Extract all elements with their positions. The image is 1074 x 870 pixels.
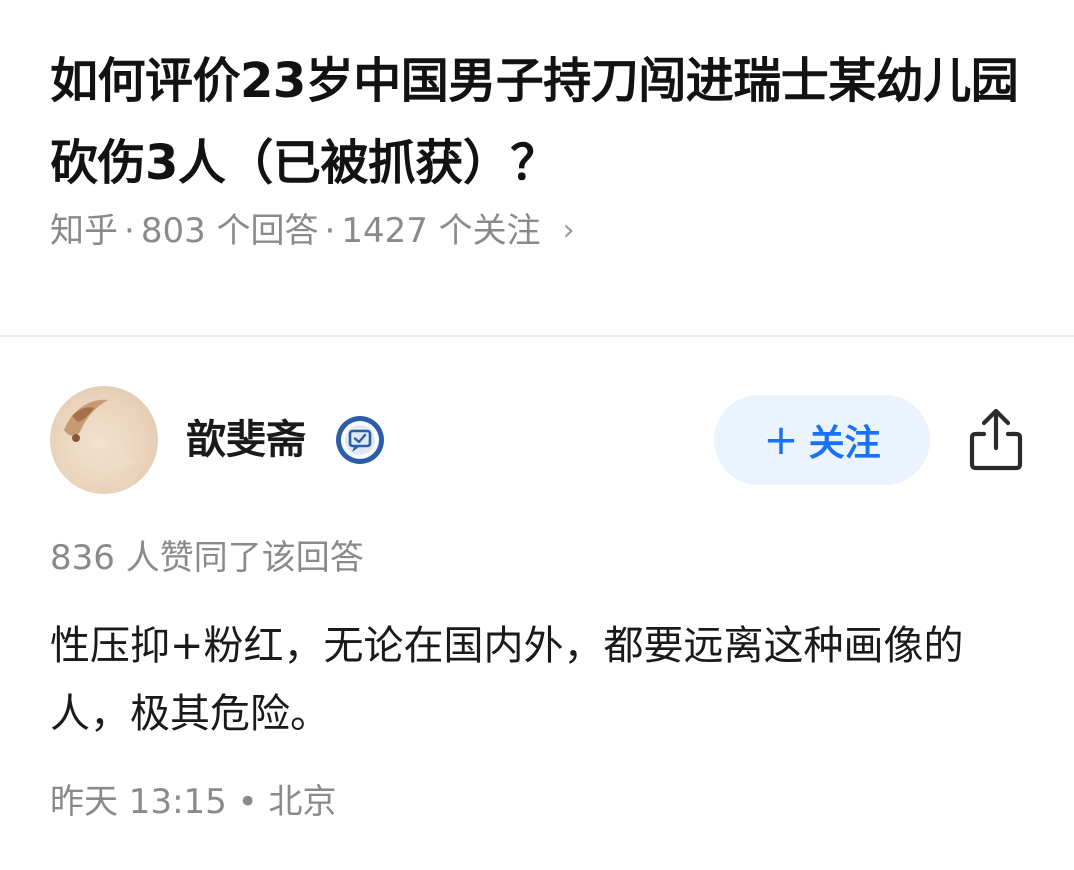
meta-separator: · xyxy=(124,211,135,251)
answer-time: 昨天 13:15 xyxy=(50,782,227,822)
question-meta[interactable]: 知乎 · 803 个回答 · 1427 个关注 › xyxy=(50,208,1040,254)
avatar[interactable] xyxy=(50,386,158,494)
upvote-count: 836 人赞同了该回答 xyxy=(50,538,364,578)
avatar-image xyxy=(64,399,136,471)
meta-dot: • xyxy=(237,782,258,822)
share-icon[interactable] xyxy=(966,406,1026,472)
section-divider xyxy=(0,335,1074,337)
follower-count: 1427 个关注 xyxy=(341,211,541,251)
follow-label: 关注 xyxy=(808,423,881,464)
author-row: 歆斐斋 + 关注 xyxy=(50,386,1030,496)
chevron-right-icon: › xyxy=(562,213,575,248)
answer-footer: 昨天 13:15 • 北京 xyxy=(50,780,336,824)
author-name[interactable]: 歆斐斋 xyxy=(186,414,306,466)
answer-content[interactable]: 性压抑+粉红，无论在国内外，都要远离这种画像的人，极其危险。 xyxy=(50,612,1040,748)
verified-badge-icon xyxy=(336,416,384,464)
follow-button[interactable]: + 关注 xyxy=(714,395,930,485)
question-title[interactable]: 如何评价23岁中国男子持刀闯进瑞士某幼儿园砍伤3人（已被抓获）？ xyxy=(50,40,1040,204)
answer-count: 803 个回答 xyxy=(140,211,319,251)
question-header: 如何评价23岁中国男子持刀闯进瑞士某幼儿园砍伤3人（已被抓获）？ 知乎 · 80… xyxy=(50,40,1040,254)
meta-separator: · xyxy=(324,211,336,251)
plus-icon: + xyxy=(763,415,799,464)
source-label: 知乎 xyxy=(50,211,118,251)
answer-location: 北京 xyxy=(268,782,337,822)
